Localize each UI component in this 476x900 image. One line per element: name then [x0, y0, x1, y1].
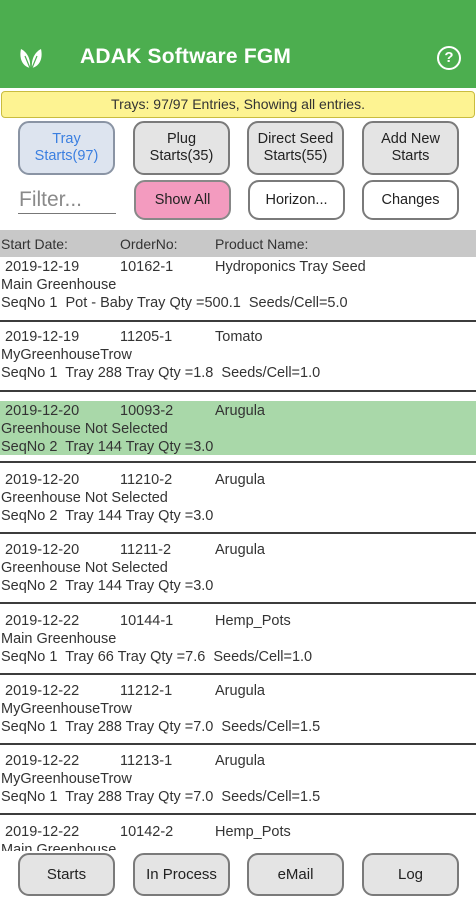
starts-nav-button[interactable]: Starts — [18, 853, 115, 896]
greenhouse-location: Main Greenhouse — [1, 631, 117, 647]
order-no: 11205-1 — [120, 329, 173, 345]
row-divider — [0, 320, 476, 322]
tray-details: SeqNo 2 Tray 144 Tray Qty =3.0 — [1, 439, 214, 455]
add-new-starts-button[interactable]: Add New Starts — [362, 121, 459, 175]
greenhouse-location: MyGreenhouseTrow — [1, 347, 132, 363]
order-no: 11210-2 — [120, 472, 173, 488]
list-item[interactable]: 2019-12-20 11210-2 Arugula Greenhouse Not … — [0, 470, 476, 536]
entries-status-banner: Trays: 97/97 Entries, Showing all entrie… — [1, 91, 475, 118]
start-date: 2019-12-19 — [5, 329, 80, 345]
product-name: Hemp_Pots — [215, 824, 291, 840]
row-divider — [0, 461, 476, 463]
in-process-nav-button[interactable]: In Process — [133, 853, 230, 896]
starts-list[interactable]: 2019-12-19 10162-1 Hydroponics Tray Seed M… — [0, 257, 476, 851]
start-date: 2019-12-22 — [5, 683, 80, 699]
start-date: 2019-12-19 — [5, 259, 80, 275]
start-date: 2019-12-20 — [5, 472, 80, 488]
tray-details: SeqNo 2 Tray 144 Tray Qty =3.0 — [1, 578, 214, 594]
greenhouse-location: MyGreenhouseTrow — [1, 771, 132, 787]
product-name: Arugula — [215, 753, 265, 769]
tray-details: SeqNo 2 Tray 144 Tray Qty =3.0 — [1, 508, 214, 524]
list-item[interactable]: 2019-12-19 11205-1 Tomato MyGreenhouseTrow… — [0, 327, 476, 393]
start-date: 2019-12-20 — [5, 403, 80, 419]
product-name: Arugula — [215, 472, 265, 488]
greenhouse-location: Greenhouse Not Selected — [1, 560, 168, 576]
row-divider — [0, 673, 476, 675]
list-item[interactable]: 2019-12-22 10144-1 Hemp_Pots Main Greenhou… — [0, 611, 476, 677]
order-no: 10093-2 — [120, 403, 174, 419]
column-header: Start Date: OrderNo: Product Name: — [0, 230, 476, 257]
leaf-icon — [20, 49, 42, 69]
list-item[interactable]: 2019-12-22 10142-2 Hemp_Pots Main Greenhou… — [0, 822, 476, 851]
row-divider — [0, 813, 476, 815]
order-no: 11212-1 — [120, 683, 173, 699]
list-item[interactable]: 2019-12-20 11211-2 Arugula Greenhouse Not … — [0, 540, 476, 606]
product-name: Arugula — [215, 403, 265, 419]
bottom-nav: Starts In Process eMail Log — [0, 851, 476, 900]
greenhouse-location: Main Greenhouse — [1, 277, 117, 293]
start-date: 2019-12-20 — [5, 542, 80, 558]
tray-details: SeqNo 1 Tray 66 Tray Qty =7.6 Seeds/Cell… — [1, 649, 313, 665]
row-divider — [0, 532, 476, 534]
tray-details: SeqNo 1 Tray 288 Tray Qty =7.0 Seeds/Cel… — [1, 789, 321, 805]
greenhouse-location: MyGreenhouseTrow — [1, 701, 132, 717]
row-divider — [0, 390, 476, 392]
product-name: Hydroponics Tray Seed — [215, 259, 366, 275]
plug-starts-button[interactable]: Plug Starts(35) — [133, 121, 230, 175]
list-item[interactable]: 2019-12-19 10162-1 Hydroponics Tray Seed M… — [0, 257, 476, 323]
column-order-no[interactable]: OrderNo: — [120, 236, 178, 252]
order-no: 10142-2 — [120, 824, 174, 840]
tray-details: SeqNo 1 Pot - Baby Tray Qty =500.1 Seeds… — [1, 295, 348, 311]
list-item[interactable]: 2019-12-22 11212-1 Arugula MyGreenhouseTro… — [0, 681, 476, 747]
changes-button[interactable]: Changes — [362, 180, 459, 220]
order-no: 11213-1 — [120, 753, 173, 769]
list-item-selected[interactable]: 2019-12-20 10093-2 Arugula Greenhouse Not … — [0, 401, 476, 455]
greenhouse-location: Greenhouse Not Selected — [1, 490, 168, 506]
column-product-name[interactable]: Product Name: — [215, 236, 308, 252]
row-divider — [0, 743, 476, 745]
row-divider — [0, 602, 476, 604]
start-date: 2019-12-22 — [5, 824, 80, 840]
tray-details: SeqNo 1 Tray 288 Tray Qty =7.0 Seeds/Cel… — [1, 719, 321, 735]
direct-seed-starts-button[interactable]: Direct Seed Starts(55) — [247, 121, 344, 175]
email-nav-button[interactable]: eMail — [247, 853, 344, 896]
greenhouse-location: Greenhouse Not Selected — [1, 421, 168, 437]
start-date: 2019-12-22 — [5, 753, 80, 769]
log-nav-button[interactable]: Log — [362, 853, 459, 896]
horizon-button[interactable]: Horizon... — [248, 180, 345, 220]
start-date: 2019-12-22 — [5, 613, 80, 629]
filter-input[interactable] — [18, 186, 116, 214]
product-name: Tomato — [215, 329, 263, 345]
show-all-button[interactable]: Show All — [134, 180, 231, 220]
tray-starts-button[interactable]: Tray Starts(97) — [18, 121, 115, 175]
product-name: Hemp_Pots — [215, 613, 291, 629]
list-item[interactable]: 2019-12-22 11213-1 Arugula MyGreenhouseTro… — [0, 751, 476, 817]
help-icon[interactable]: ? — [437, 46, 461, 70]
order-no: 10144-1 — [120, 613, 174, 629]
app-title: ADAK Software FGM — [80, 45, 292, 68]
order-no: 11211-2 — [120, 542, 172, 558]
product-name: Arugula — [215, 542, 265, 558]
app-bar: ADAK Software FGM ? — [0, 0, 476, 88]
order-no: 10162-1 — [120, 259, 174, 275]
tray-details: SeqNo 1 Tray 288 Tray Qty =1.8 Seeds/Cel… — [1, 365, 321, 381]
greenhouse-location: Main Greenhouse — [1, 842, 117, 851]
product-name: Arugula — [215, 683, 265, 699]
column-start-date[interactable]: Start Date: — [1, 236, 68, 252]
